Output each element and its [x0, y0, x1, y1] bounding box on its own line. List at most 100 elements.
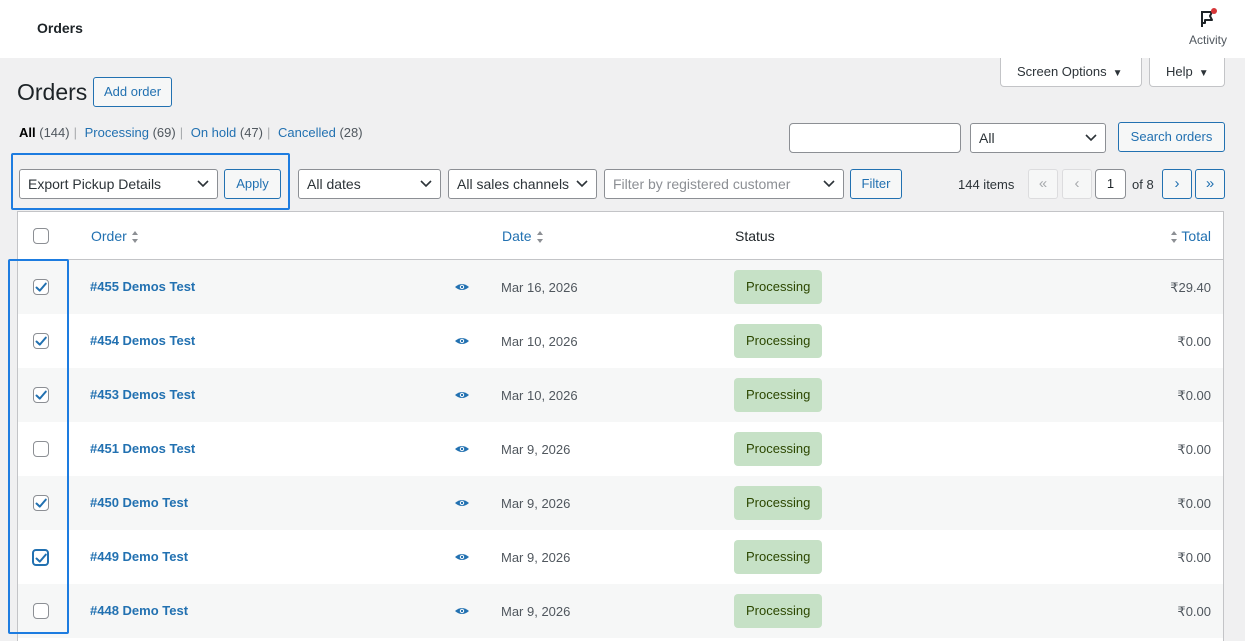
order-total: ₹0.00 — [1177, 388, 1211, 403]
page-title: Orders — [17, 79, 88, 105]
filter-button[interactable]: Filter — [850, 169, 902, 199]
order-date: Mar 9, 2026 — [501, 442, 571, 457]
select-all-checkbox[interactable] — [33, 228, 49, 244]
status-badge: Processing — [734, 486, 823, 520]
customer-filter-select[interactable]: Filter by registered customer — [604, 169, 844, 199]
chevron-down-icon — [420, 180, 432, 188]
cancelled-count: (28) — [339, 125, 363, 140]
caret-down-icon: ▼ — [1198, 68, 1209, 79]
eye-icon[interactable] — [454, 336, 470, 346]
eye-icon[interactable] — [454, 282, 470, 292]
total-pages: of 8 — [1132, 177, 1154, 192]
table-row[interactable]: #453 Demos Test Mar 10, 2026 Processing ₹0.… — [18, 368, 1223, 422]
table-row[interactable]: #451 Demos Test Mar 9, 2026 Processing ₹0.0… — [18, 422, 1223, 476]
search-input[interactable] — [789, 123, 961, 153]
order-link[interactable]: #449 Demo Test — [90, 549, 188, 564]
status-filter-links: All (144) | Processing (69) | On hold (47)… — [19, 125, 363, 140]
top-bar: Orders Activity — [0, 0, 1245, 58]
filter-link-processing[interactable]: Processing — [85, 125, 149, 140]
apply-button[interactable]: Apply — [224, 169, 281, 199]
bulk-action-select[interactable]: Export Pickup Details — [19, 169, 218, 199]
table-row[interactable]: #450 Demo Test Mar 9, 2026 Processing ₹0.00 — [18, 476, 1223, 530]
processing-count: (69) — [152, 125, 176, 140]
chevron-down-icon — [197, 180, 209, 188]
next-page-button[interactable]: › — [1162, 169, 1192, 199]
total-column-header[interactable]: Total — [1170, 228, 1211, 244]
status-badge: Processing — [734, 270, 823, 304]
checkbox-column-highlight — [8, 259, 69, 634]
order-total: ₹0.00 — [1177, 604, 1211, 619]
order-link[interactable]: #455 Demos Test — [90, 279, 195, 294]
table-row[interactable]: #454 Demos Test Mar 10, 2026 Processing ₹0.… — [18, 314, 1223, 368]
order-date: Mar 9, 2026 — [501, 550, 571, 565]
on-hold-count: (47) — [239, 125, 263, 140]
sort-icon — [536, 231, 543, 244]
activity-label: Activity — [1188, 33, 1227, 47]
order-link[interactable]: #450 Demo Test — [90, 495, 188, 510]
order-date: Mar 9, 2026 — [501, 496, 571, 511]
order-total: ₹0.00 — [1177, 442, 1211, 457]
sort-icon — [1171, 231, 1178, 244]
screen-options-button[interactable]: Screen Options ▼ — [1000, 58, 1142, 87]
first-page-button[interactable]: « — [1028, 169, 1058, 199]
order-date: Mar 16, 2026 — [501, 280, 578, 295]
order-link[interactable]: #453 Demos Test — [90, 387, 195, 402]
filter-link-all[interactable]: All (144) — [19, 125, 70, 140]
customer-filter-placeholder: Filter by registered customer — [613, 176, 791, 192]
chevron-down-icon — [823, 180, 835, 188]
eye-icon[interactable] — [454, 552, 470, 562]
chevron-down-icon — [576, 180, 588, 188]
order-column-header[interactable]: Order — [91, 228, 139, 244]
order-date: Mar 9, 2026 — [501, 604, 571, 619]
sort-icon — [131, 231, 138, 244]
search-status-select[interactable]: All — [970, 123, 1106, 153]
items-count: 144 items — [958, 177, 1015, 192]
date-column-header[interactable]: Date — [502, 228, 544, 244]
table-header: Order Date Status Total — [18, 212, 1223, 260]
status-column-header: Status — [735, 228, 775, 244]
eye-icon[interactable] — [454, 444, 470, 454]
date-filter-value: All dates — [307, 176, 361, 192]
table-row[interactable]: #455 Demos Test Mar 16, 2026 Processing ₹29… — [18, 260, 1223, 314]
chevron-down-icon — [1085, 134, 1097, 142]
search-status-value: All — [979, 130, 995, 146]
order-link[interactable]: #454 Demos Test — [90, 333, 195, 348]
activity-button[interactable]: Activity — [1183, 8, 1233, 47]
order-date: Mar 10, 2026 — [501, 334, 578, 349]
search-orders-button[interactable]: Search orders — [1118, 122, 1225, 152]
order-total: ₹0.00 — [1177, 496, 1211, 511]
sales-channel-value: All sales channels — [457, 176, 570, 192]
filter-link-on-hold[interactable]: On hold — [191, 125, 237, 140]
filter-link-cancelled[interactable]: Cancelled — [278, 125, 336, 140]
help-label: Help — [1166, 64, 1193, 79]
bulk-action-value: Export Pickup Details — [28, 176, 162, 192]
flag-icon — [1201, 8, 1217, 27]
table-row[interactable]: #448 Demo Test Mar 9, 2026 Processing ₹0.00 — [18, 584, 1223, 638]
status-badge: Processing — [734, 378, 823, 412]
eye-icon[interactable] — [454, 498, 470, 508]
help-button[interactable]: Help ▼ — [1149, 58, 1225, 87]
prev-page-button[interactable]: ‹ — [1062, 169, 1092, 199]
orders-table: Order Date Status Total #455 Demos Test M… — [17, 211, 1224, 641]
status-badge: Processing — [734, 540, 823, 574]
sales-channel-select[interactable]: All sales channels — [448, 169, 597, 199]
current-page-input[interactable]: 1 — [1095, 169, 1126, 199]
status-badge: Processing — [734, 324, 823, 358]
eye-icon[interactable] — [454, 606, 470, 616]
last-page-button[interactable]: » — [1195, 169, 1225, 199]
table-row[interactable]: #449 Demo Test Mar 9, 2026 Processing ₹0.00 — [18, 530, 1223, 584]
order-total: ₹29.40 — [1170, 280, 1211, 295]
status-badge: Processing — [734, 594, 823, 628]
order-link[interactable]: #448 Demo Test — [90, 603, 188, 618]
order-total: ₹0.00 — [1177, 550, 1211, 565]
add-order-button[interactable]: Add order — [93, 77, 173, 107]
eye-icon[interactable] — [454, 390, 470, 400]
top-bar-title: Orders — [37, 20, 83, 36]
status-badge: Processing — [734, 432, 823, 466]
date-filter-select[interactable]: All dates — [298, 169, 441, 199]
order-link[interactable]: #451 Demos Test — [90, 441, 195, 456]
order-total: ₹0.00 — [1177, 334, 1211, 349]
screen-options-label: Screen Options — [1017, 64, 1107, 79]
caret-down-icon: ▼ — [1112, 68, 1123, 79]
order-date: Mar 10, 2026 — [501, 388, 578, 403]
